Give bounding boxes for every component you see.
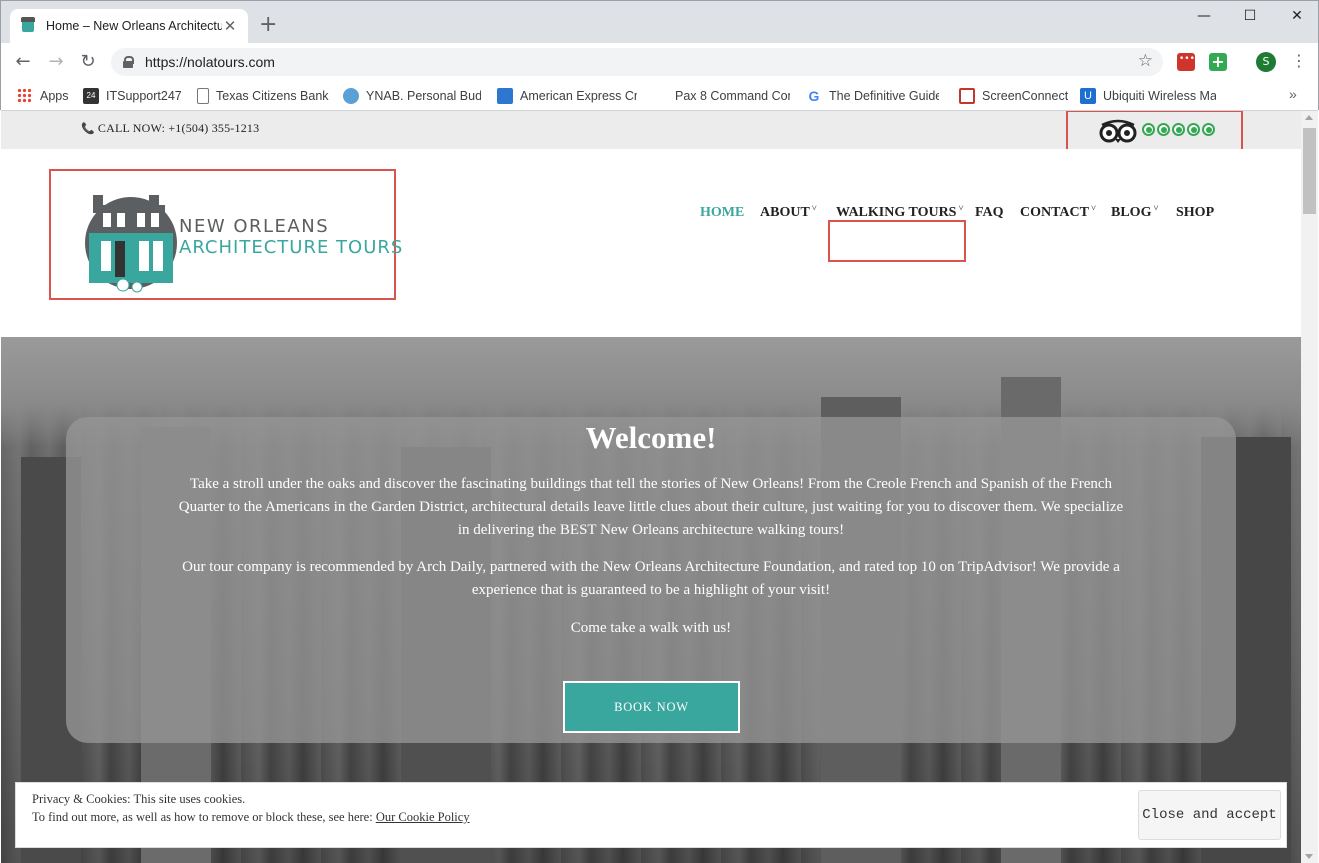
scroll-down-icon[interactable] [1305,854,1313,859]
amex-icon [497,88,513,104]
phone-icon: 📞 [81,123,95,135]
bookmarks-overflow-icon[interactable]: » [1289,86,1297,102]
top-info-bar: 📞 CALL NOW: +1(504) 355-1213 [1,111,1301,152]
welcome-panel: Welcome! Take a stroll under the oaks an… [66,417,1236,743]
chevron-down-icon: ˅ [958,203,964,213]
page-scrollbar[interactable] [1301,111,1318,863]
chevron-down-icon: ˅ [1153,203,1159,213]
cookie-policy-link[interactable]: Our Cookie Policy [376,810,470,824]
bookmark-screenconnect[interactable]: ScreenConnect [959,86,1069,106]
close-and-accept-button[interactable]: Close and accept [1138,790,1281,840]
rating-bubble-icon [1142,123,1155,136]
invite-paragraph: Come take a walk with us! [570,620,732,636]
lock-icon [123,56,134,68]
window-close-button[interactable]: ✕ [1274,1,1319,31]
nav-faq[interactable]: FAQ [975,205,1004,221]
bookmark-pax8[interactable]: Pax 8 Command Con [652,86,790,106]
scroll-thumb[interactable] [1303,128,1316,214]
tab-strip: Home – New Orleans Architectur ✕ + — ☐ ✕ [1,1,1318,43]
back-button[interactable]: ← [11,50,35,74]
bookmark-ubiquiti[interactable]: U Ubiquiti Wireless Ma [1080,86,1216,106]
call-now[interactable]: 📞 CALL NOW: +1(504) 355-1213 [81,121,259,136]
browser-toolbar: ← → ↻ https://nolatours.com ☆ + S ⋮ [1,43,1318,81]
browser-chrome: Home – New Orleans Architectur ✕ + — ☐ ✕… [0,0,1319,111]
minimize-button[interactable]: — [1181,1,1227,31]
google-icon: G [808,88,820,104]
address-bar[interactable]: https://nolatours.com ☆ [111,48,1163,76]
bookmark-ynab[interactable]: YNAB. Personal Budg [343,86,481,106]
forward-button[interactable]: → [44,50,68,74]
tripadvisor-owl-icon [1099,119,1137,143]
web-page: 📞 CALL NOW: +1(504) 355-1213 NEW ORLEANS… [1,111,1301,863]
welcome-heading: Welcome! [585,420,717,455]
apps-grid-icon [17,88,33,104]
nav-about[interactable]: ABOUT ˅ [760,203,817,221]
tripadvisor-rating-highlight[interactable] [1066,111,1243,152]
logo-text-top: NEW ORLEANS [179,216,330,237]
chevron-down-icon: ˅ [811,203,817,213]
book-now-button[interactable]: BOOK NOW [563,681,740,733]
nav-shop[interactable]: SHOP [1176,205,1214,221]
ubiquiti-icon: U [1080,88,1096,104]
itsupport247-icon: 24 [83,88,99,104]
rating-bubble-icon [1172,123,1185,136]
new-tab-button[interactable]: + [259,13,277,37]
walking-tours-highlight [828,220,966,262]
browser-menu-icon[interactable]: ⋮ [1291,51,1307,70]
bookmark-apps[interactable]: Apps [17,86,77,106]
profile-avatar[interactable]: S [1256,52,1276,72]
browser-tab[interactable]: Home – New Orleans Architectur ✕ [10,9,248,43]
rating-bubble-icon [1157,123,1170,136]
site-favicon [20,17,36,34]
scroll-up-icon[interactable] [1305,115,1313,120]
bookmark-american-express[interactable]: American Express Cre [497,86,637,106]
intro-paragraph: Take a stroll under the oaks and discove… [178,476,1124,538]
nav-home[interactable]: HOME [700,205,744,221]
rating-bubble-icon [1187,123,1200,136]
nav-blog[interactable]: BLOG ˅ [1111,203,1159,221]
recommendation-paragraph: Our tour company is recommended by Arch … [182,559,1120,598]
maximize-button[interactable]: ☐ [1227,1,1273,31]
lastpass-extension-icon[interactable] [1177,53,1195,71]
url-text: https://nolatours.com [145,54,275,70]
bookmark-texas-citizens-bank[interactable]: Texas Citizens Bank | [197,86,329,106]
nav-walking-tours[interactable]: WALKING TOURS ˅ [836,203,964,221]
rating-bubble-icon [1202,123,1215,136]
nav-contact[interactable]: CONTACT ˅ [1020,203,1097,221]
bookmark-definitive-guide[interactable]: G The Definitive Guide [806,86,939,106]
cookie-banner: Privacy & Cookies: This site uses cookie… [15,782,1287,848]
site-header: NEW ORLEANS ARCHITECTURE TOURS HOME ABOU… [1,149,1301,337]
page-icon [197,88,209,104]
pax8-icon [652,88,668,104]
bookmark-itsupport247[interactable]: 24 ITSupport247 [83,86,188,106]
tab-title: Home – New Orleans Architectur [46,19,222,33]
cookie-info-text: To find out more, as well as how to remo… [32,810,470,824]
logo-text-bottom: ARCHITECTURE TOURS [179,237,404,258]
logo-house-icon [85,195,177,293]
bookmark-star-icon[interactable]: ☆ [1138,51,1153,71]
tripadvisor-bubbles [1142,123,1215,136]
tab-close-icon[interactable]: ✕ [222,18,238,34]
green-plus-extension-icon[interactable]: + [1209,53,1227,71]
screenconnect-icon [959,88,975,104]
ynab-icon [343,88,359,104]
cookie-notice-text: Privacy & Cookies: This site uses cookie… [32,792,246,806]
chevron-down-icon: ˅ [1090,203,1097,213]
site-logo[interactable]: NEW ORLEANS ARCHITECTURE TOURS [49,169,402,300]
reload-button[interactable]: ↻ [76,50,100,74]
bookmarks-bar: Apps 24 ITSupport247 Texas Citizens Bank… [1,81,1318,111]
